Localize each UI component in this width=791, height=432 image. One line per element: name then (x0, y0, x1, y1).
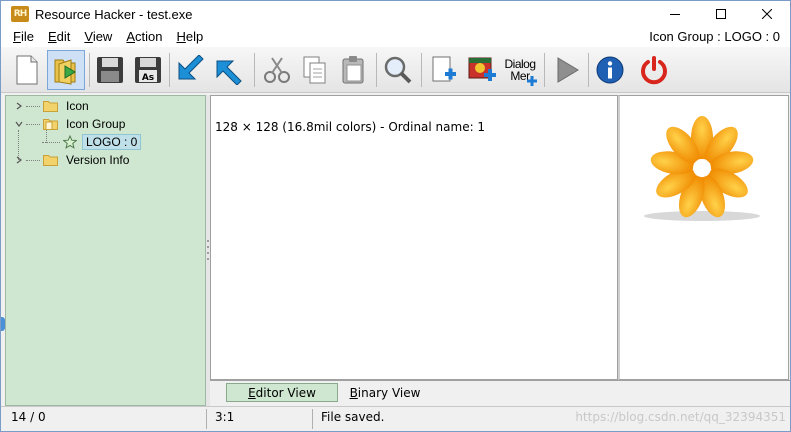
app-window: RH Resource Hacker - test.exe File Edit … (0, 0, 791, 432)
title-bar: RH Resource Hacker - test.exe (1, 1, 790, 27)
tree-item-label: Icon (66, 99, 89, 113)
star-icon (63, 135, 77, 149)
tab-editor-label: ditor View (255, 385, 316, 400)
tab-binary-label: inary View (357, 385, 421, 400)
add-image-resource-button[interactable] (463, 50, 501, 90)
tree-item-label: Version Info (66, 153, 130, 167)
maximize-icon (716, 9, 726, 19)
menu-view[interactable]: View (78, 27, 118, 47)
menu-bar: File Edit View Action Help Icon Group : … (1, 27, 790, 47)
menu-view-label: iew (92, 29, 113, 44)
menu-edit-label: dit (56, 29, 71, 44)
exit-button[interactable] (635, 50, 673, 90)
menu-action[interactable]: Action (120, 27, 168, 47)
open-button[interactable] (47, 50, 85, 90)
add-blank-resource-button[interactable] (424, 50, 462, 90)
minimize-icon (670, 14, 680, 15)
maximize-button[interactable] (698, 1, 744, 27)
edge-marker (1, 317, 5, 331)
window-controls (652, 1, 790, 27)
chevron-right-icon[interactable] (13, 100, 25, 112)
add-document-icon (432, 56, 456, 82)
folder-icon (43, 155, 58, 166)
new-file-icon (16, 55, 38, 85)
menu-help-label: elp (185, 29, 204, 44)
view-tabs: Editor View Binary View (210, 380, 790, 404)
menu-file[interactable]: File (7, 27, 40, 47)
status-bar: 14 / 0 3:1 File saved. https://blog.csdn… (1, 406, 790, 431)
compile-button[interactable] (173, 50, 211, 90)
tree-item-label: Icon Group (66, 117, 126, 131)
tree-item-icon-group[interactable]: Icon Group (13, 115, 128, 133)
find-button[interactable] (379, 50, 417, 90)
power-icon (641, 56, 667, 85)
editor-view[interactable]: 128 × 128 (16.8mil colors) - Ordinal nam… (210, 95, 618, 380)
add-plus-icon (527, 76, 537, 86)
status-message: File saved. (321, 410, 385, 424)
tree-item-label: LOGO : 0 (82, 134, 142, 150)
menu-file-mnemonic: F (13, 29, 21, 44)
status-cursor-position: 3:1 (215, 410, 235, 424)
resource-info-text: 128 × 128 (16.8mil colors) - Ordinal nam… (215, 120, 486, 134)
minimize-button[interactable] (652, 1, 698, 27)
open-folder-icon (54, 59, 76, 85)
chevron-right-icon[interactable] (13, 154, 25, 166)
toolbar: As Dialog Mer (1, 47, 790, 93)
magnifier-icon (384, 56, 412, 84)
icon-preview (618, 95, 789, 380)
import-button[interactable] (211, 50, 249, 90)
paste-clipboard-icon (342, 56, 364, 84)
resource-tree: Icon Icon Group LOGO : 0 Version Info (5, 95, 206, 406)
about-button[interactable] (591, 50, 629, 90)
copy-icon (303, 56, 326, 84)
tab-binary-mnemonic: B (349, 385, 358, 400)
folder-icon (43, 101, 58, 112)
save-as-icon: As (135, 57, 161, 83)
menu-file-label: ile (20, 29, 34, 44)
menu-action-label: ction (135, 29, 163, 44)
open-folder-icon (43, 119, 58, 130)
menu-edit-mnemonic: E (47, 29, 57, 44)
copy-button[interactable] (296, 50, 334, 90)
tree-item-logo[interactable]: LOGO : 0 (41, 133, 142, 151)
save-disk-icon (97, 57, 123, 83)
tab-editor-view[interactable]: Editor View (226, 383, 338, 402)
watermark: https://blog.csdn.net/qq_32394351 (575, 410, 786, 424)
close-icon (762, 9, 772, 19)
arrow-up-left-icon (216, 60, 242, 85)
selected-resource-label: Icon Group : LOGO : 0 (649, 29, 780, 44)
cut-button[interactable] (258, 50, 296, 90)
menu-edit[interactable]: Edit (42, 27, 76, 47)
add-image-icon (468, 57, 496, 81)
info-icon (596, 56, 624, 84)
tab-binary-view[interactable]: Binary View (340, 383, 430, 402)
arrow-down-left-icon (178, 55, 204, 80)
tab-editor-mnemonic: E (248, 385, 256, 400)
tree-item-icon[interactable]: Icon (13, 97, 92, 115)
app-logo-icon: RH (11, 6, 29, 22)
menu-help[interactable]: Help (170, 27, 209, 47)
menu-view-mnemonic: V (84, 29, 93, 44)
save-as-button[interactable]: As (129, 50, 167, 90)
chevron-down-icon[interactable] (13, 118, 25, 130)
paste-button[interactable] (334, 50, 372, 90)
status-counts: 14 / 0 (11, 410, 46, 424)
add-dialog-menu-button[interactable]: Dialog Mer (501, 50, 539, 90)
close-button[interactable] (744, 1, 790, 27)
svg-text:As: As (142, 73, 154, 83)
save-button[interactable] (91, 50, 129, 90)
scissors-icon (264, 57, 290, 83)
play-icon (557, 57, 579, 83)
logo-flower-icon (644, 116, 760, 221)
tree-item-version-info[interactable]: Version Info (13, 151, 132, 169)
new-button[interactable] (8, 50, 46, 90)
run-script-button[interactable] (547, 50, 585, 90)
menu-help-mnemonic: H (176, 29, 186, 44)
window-title: Resource Hacker - test.exe (35, 6, 193, 22)
menu-action-mnemonic: A (126, 29, 135, 44)
